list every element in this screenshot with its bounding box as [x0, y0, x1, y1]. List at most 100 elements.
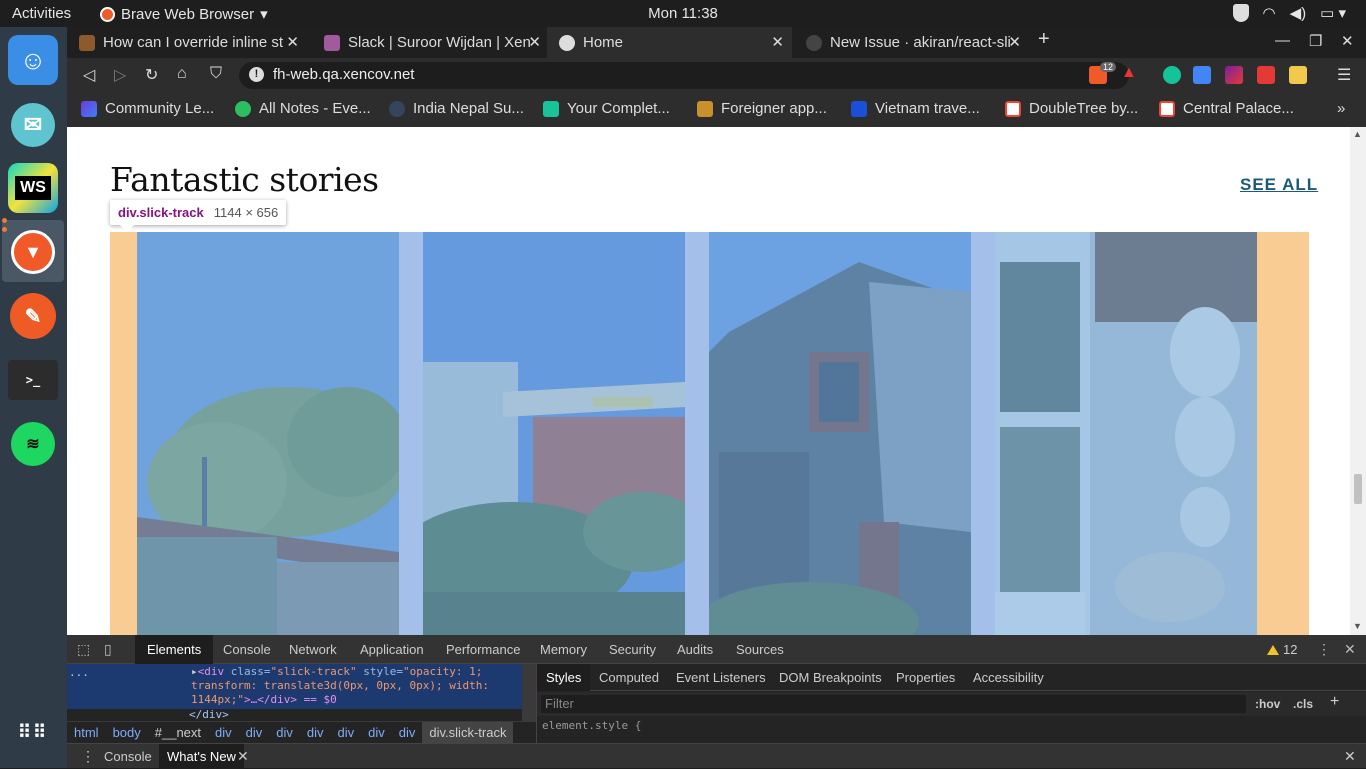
tab-console[interactable]: Console [223, 642, 271, 657]
reload-icon[interactable]: ↻ [145, 65, 158, 85]
elements-scrollbar[interactable] [522, 664, 536, 722]
more-options-icon[interactable]: ⋮ [1317, 641, 1331, 658]
tab-slack[interactable]: Slack | Suroor Wijdan | Xen ✕ [312, 27, 549, 58]
tab-dom-breakpoints[interactable]: DOM Breakpoints [779, 670, 882, 685]
info-icon[interactable]: ! [249, 67, 264, 82]
node-actions-ellipsis[interactable]: ... [69, 666, 89, 679]
element-style-rule[interactable]: element.style { [542, 719, 641, 732]
story-slide[interactable] [995, 232, 1257, 635]
close-icon[interactable]: ✕ [286, 33, 299, 51]
breadcrumb-item[interactable]: body [106, 722, 148, 743]
tab-network[interactable]: Network [289, 642, 337, 657]
bookmark-item[interactable]: Vietnam trave... [851, 100, 980, 117]
extension-icon[interactable] [1289, 66, 1307, 84]
styles-filter-input[interactable]: Filter [541, 695, 1246, 713]
cls-toggle[interactable]: .cls [1293, 697, 1313, 711]
new-style-rule-icon[interactable]: + [1330, 693, 1339, 711]
tab-computed[interactable]: Computed [599, 670, 659, 685]
hov-toggle[interactable]: :hov [1255, 697, 1280, 711]
close-window-button[interactable]: ✕ [1341, 32, 1354, 50]
story-slide[interactable] [423, 232, 685, 635]
finder-icon[interactable]: ☺ [8, 35, 58, 85]
minimize-button[interactable]: — [1275, 32, 1290, 49]
breadcrumb-item-active[interactable]: div.slick-track [422, 722, 514, 743]
breadcrumb-item[interactable]: div [208, 722, 239, 743]
warnings-counter[interactable]: 12 [1267, 642, 1297, 657]
drawer-tab-console[interactable]: Console [104, 749, 152, 764]
bookmark-item[interactable]: Foreigner app... [697, 100, 827, 117]
breadcrumb-item[interactable]: html [67, 722, 106, 743]
breadcrumb-item[interactable]: div [392, 722, 423, 743]
clock[interactable]: Mon 11:38 [648, 5, 718, 22]
tab-sources[interactable]: Sources [736, 642, 784, 657]
close-icon[interactable]: ✕ [1008, 33, 1021, 51]
breadcrumb-item[interactable]: div [239, 722, 270, 743]
back-icon[interactable]: ◁ [83, 65, 95, 85]
extension-icon[interactable] [1225, 66, 1243, 84]
menu-icon[interactable]: ☰ [1337, 65, 1351, 85]
close-tab-icon[interactable]: ✕ [237, 748, 249, 765]
home-icon[interactable]: ⌂ [177, 65, 187, 83]
close-devtools-icon[interactable]: ✕ [1344, 641, 1356, 658]
tab-security[interactable]: Security [609, 642, 656, 657]
breadcrumb-item[interactable]: #__next [148, 722, 208, 743]
system-tray[interactable]: ◠ ◀) ▭ ▾ [1232, 4, 1346, 22]
scroll-down-icon[interactable]: ▼ [1353, 621, 1362, 631]
tab-github[interactable]: New Issue · akiran/react-sli ✕ [794, 27, 1029, 58]
tab-application[interactable]: Application [360, 642, 424, 657]
tab-audits[interactable]: Audits [677, 642, 713, 657]
breadcrumb-item[interactable]: div [269, 722, 300, 743]
drawer-tab-whats-new[interactable]: What's New [159, 744, 244, 769]
bookmark-item[interactable]: All Notes - Eve... [235, 100, 371, 117]
activities-button[interactable]: Activities [12, 5, 71, 22]
bookmark-item[interactable]: Your Complet... [543, 100, 670, 117]
close-icon[interactable]: ✕ [528, 33, 541, 51]
breadcrumb-item[interactable]: div [331, 722, 362, 743]
story-slide[interactable] [709, 232, 971, 635]
closing-tag[interactable]: </div> [189, 708, 229, 721]
tab-stackoverflow[interactable]: How can I override inline st ✕ [67, 27, 307, 58]
maximize-button[interactable]: ❐ [1309, 32, 1322, 50]
scrollbar-thumb[interactable] [1354, 474, 1362, 504]
tab-styles[interactable]: Styles [537, 664, 591, 691]
tab-elements[interactable]: Elements [135, 635, 214, 664]
close-drawer-icon[interactable]: ✕ [1344, 748, 1356, 765]
new-tab-button[interactable]: + [1038, 28, 1050, 51]
breadcrumb-item[interactable]: div [300, 722, 331, 743]
inspect-element-icon[interactable]: ⬚ [77, 641, 90, 658]
brave-icon[interactable]: ▼ [8, 227, 58, 277]
bookmark-item[interactable]: India Nepal Su... [389, 100, 524, 117]
close-icon[interactable]: ✕ [771, 33, 784, 51]
app-menu[interactable]: Brave Web Browser ▾ [100, 5, 268, 23]
see-all-link[interactable]: SEE ALL [1240, 175, 1318, 195]
tab-event-listeners[interactable]: Event Listeners [676, 670, 766, 685]
webstorm-icon[interactable]: WS [8, 163, 58, 213]
brave-rewards-icon[interactable]: ▲ [1121, 64, 1139, 82]
drawer-menu-icon[interactable]: ⋮ [81, 748, 95, 765]
mail-icon[interactable]: ✉ [8, 100, 58, 150]
address-bar[interactable]: ! fh-web.qa.xencov.net [239, 62, 1129, 89]
bookmark-item[interactable]: DoubleTree by... [1005, 100, 1138, 117]
bookmark-item[interactable]: Community Le... [81, 100, 214, 117]
grammarly-icon[interactable] [1163, 66, 1181, 84]
breadcrumb-item[interactable]: div [361, 722, 392, 743]
bookmark-item[interactable]: Central Palace... [1159, 100, 1294, 117]
app-grid-icon[interactable]: ⠿⠿ [8, 707, 58, 757]
bookmark-icon[interactable]: ⛉ [210, 65, 222, 83]
scroll-up-icon[interactable]: ▲ [1353, 129, 1362, 139]
more-bookmarks-icon[interactable]: » [1337, 100, 1345, 117]
shield-icon[interactable] [1232, 4, 1249, 22]
selected-node-code[interactable]: ▸<div class="slick-track" style="opacity… [191, 665, 521, 707]
postman-icon[interactable]: ✎ [8, 291, 58, 341]
elements-tree[interactable]: ... ▸<div class="slick-track" style="opa… [67, 664, 529, 722]
story-slide[interactable] [137, 232, 399, 635]
forward-icon[interactable]: ▷ [114, 65, 126, 85]
tab-memory[interactable]: Memory [540, 642, 587, 657]
terminal-icon[interactable]: >_ [8, 360, 58, 400]
extension-icon[interactable] [1257, 66, 1275, 84]
translate-icon[interactable] [1193, 66, 1211, 84]
spotify-icon[interactable]: ≋ [8, 419, 58, 469]
tab-accessibility[interactable]: Accessibility [973, 670, 1044, 685]
device-toolbar-icon[interactable]: ▯ [104, 641, 112, 658]
page-scrollbar[interactable]: ▲ ▼ [1350, 127, 1366, 635]
